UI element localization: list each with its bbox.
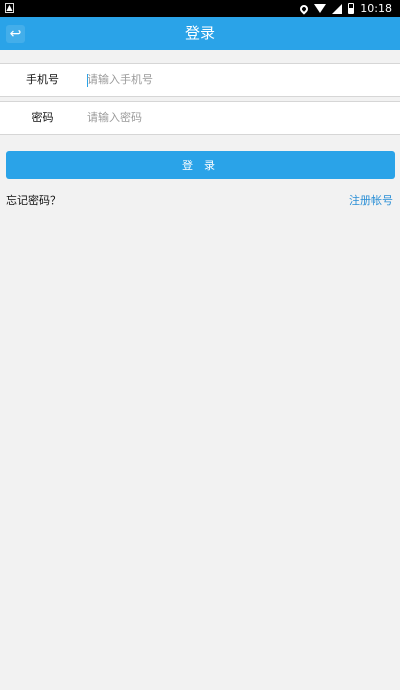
- navbar: ↩ 登录: [0, 17, 400, 50]
- notification-icon: ▲: [5, 3, 14, 13]
- signal-icon: [332, 3, 343, 14]
- page-title: 登录: [184, 24, 215, 42]
- phone-input[interactable]: [87, 64, 387, 96]
- status-bar: ▲ 10:18: [0, 0, 400, 17]
- phone-row: 手机号: [0, 63, 400, 97]
- location-icon: [298, 2, 310, 15]
- wifi-icon: [314, 4, 327, 13]
- phone-label: 手机号: [26, 73, 59, 86]
- login-button[interactable]: 登 录: [6, 151, 395, 179]
- password-row: 密码: [0, 101, 400, 135]
- status-time: 10:18: [360, 2, 392, 15]
- forgot-password-link[interactable]: 忘记密码？: [6, 192, 61, 208]
- password-input[interactable]: [87, 102, 387, 134]
- status-icons: 10:18: [294, 1, 392, 16]
- register-account-link[interactable]: 注册帐号: [349, 192, 393, 208]
- password-label: 密码: [31, 111, 54, 124]
- battery-icon: [348, 3, 355, 14]
